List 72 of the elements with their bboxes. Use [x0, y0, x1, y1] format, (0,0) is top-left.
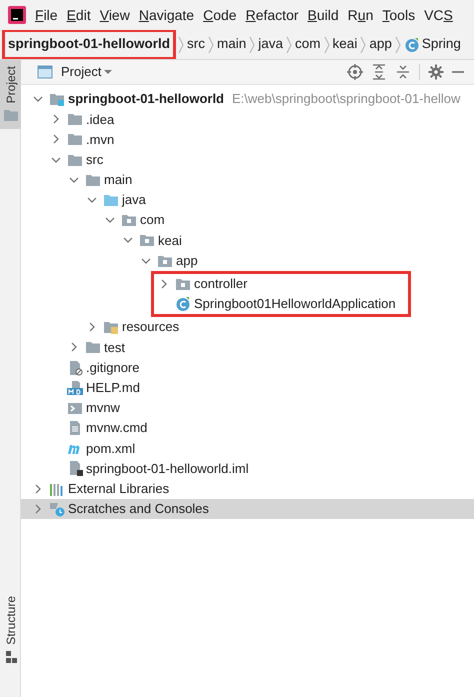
tree-item[interactable]: HELP.md	[21, 378, 474, 398]
tool-window-tab[interactable]: Structure	[0, 590, 21, 671]
package-folder-icon	[139, 232, 155, 248]
tree-item[interactable]: app	[21, 250, 474, 271]
tree-item[interactable]: controller	[154, 274, 396, 294]
markdown-file-icon	[67, 380, 83, 396]
folder-icon	[67, 131, 83, 148]
tree-item[interactable]: resources	[21, 317, 474, 338]
ignored-file-icon	[67, 360, 83, 376]
breadcrumb-item[interactable]: src	[186, 34, 206, 55]
breadcrumb-item[interactable]: main	[216, 34, 248, 55]
locate-icon	[347, 64, 363, 80]
folder-icon	[2, 107, 18, 124]
breadcrumb-item[interactable]: Spring	[402, 34, 462, 55]
breadcrumb-separator-icon	[286, 34, 292, 54]
module-folder-icon	[49, 91, 65, 108]
tree-item[interactable]: java	[21, 190, 474, 210]
tree-item[interactable]: External Libraries	[21, 478, 474, 499]
class-icon	[404, 36, 420, 52]
tree-item[interactable]: .mvn	[21, 129, 474, 150]
menu-item[interactable]: Run	[348, 4, 374, 26]
menu-item[interactable]: VCS	[424, 4, 453, 26]
class-icon	[175, 296, 191, 312]
tree-item[interactable]: src	[21, 150, 474, 170]
tree-item[interactable]: pom.xml	[21, 438, 474, 458]
module-file-icon	[67, 460, 83, 476]
breadcrumb-item[interactable]: keai	[332, 34, 358, 55]
settings-icon	[428, 64, 444, 80]
tree-item[interactable]: main	[21, 170, 474, 190]
tree-item[interactable]: springboot-01-helloworld.iml	[21, 458, 474, 479]
tree-item[interactable]: .idea	[21, 109, 474, 130]
breadcrumb-separator-icon	[360, 34, 366, 54]
scratches-icon	[49, 500, 65, 517]
menu-item[interactable]: Code	[203, 4, 237, 26]
menu-item[interactable]: Navigate	[138, 4, 194, 26]
folder-icon	[85, 339, 101, 356]
menu-item[interactable]: File	[35, 4, 58, 26]
breadcrumb-separator-icon	[178, 34, 184, 54]
project-view-icon	[37, 64, 53, 80]
breadcrumb-separator-icon	[324, 34, 330, 54]
project-path: E:\web\springboot\springboot-01-hellow	[232, 90, 460, 108]
menu-item[interactable]: Refactor	[246, 4, 299, 26]
breadcrumb-separator-icon	[249, 34, 256, 54]
minimize-icon	[452, 71, 464, 73]
breadcrumb-separator-icon	[394, 34, 401, 54]
tree-item[interactable]: springboot-01-helloworld E:\web\springboot\springboot-01-hellow	[21, 89, 474, 110]
project-view-dropdown[interactable]: Project	[33, 62, 120, 82]
expand-all-icon	[371, 64, 387, 80]
menu-item[interactable]: Build	[308, 4, 339, 26]
menu-item[interactable]: Edit	[66, 4, 91, 26]
breadcrumb-item[interactable]: app	[368, 34, 393, 55]
text-file-icon	[67, 420, 83, 436]
tree-item[interactable]: keai	[21, 230, 474, 250]
tree-item[interactable]: test	[21, 337, 474, 358]
tree-item[interactable]: mvnw.cmd	[21, 418, 474, 438]
folder-icon	[67, 111, 83, 128]
tree-item[interactable]: Scratches and Consoles	[21, 498, 474, 519]
tree-item[interactable]: .gitignore	[21, 357, 474, 378]
menu-item[interactable]: View	[100, 4, 130, 26]
breadcrumb-item[interactable]: java	[257, 34, 284, 55]
app-logo-icon	[8, 6, 26, 24]
resources-folder-icon	[103, 319, 119, 336]
menu-item[interactable]: Tools	[382, 4, 416, 26]
breadcrumb-separator-icon	[208, 34, 214, 54]
breadcrumb-item[interactable]: com	[294, 34, 322, 55]
tree-item[interactable]: mvnw	[21, 398, 474, 418]
tool-window-tab[interactable]: Project	[0, 60, 21, 130]
collapse-all-icon	[395, 64, 411, 80]
tree-item[interactable]: Springboot01HelloworldApplication	[154, 294, 396, 314]
tree-item[interactable]: com	[21, 210, 474, 230]
source-folder-icon	[103, 192, 119, 208]
package-folder-icon	[121, 212, 137, 228]
